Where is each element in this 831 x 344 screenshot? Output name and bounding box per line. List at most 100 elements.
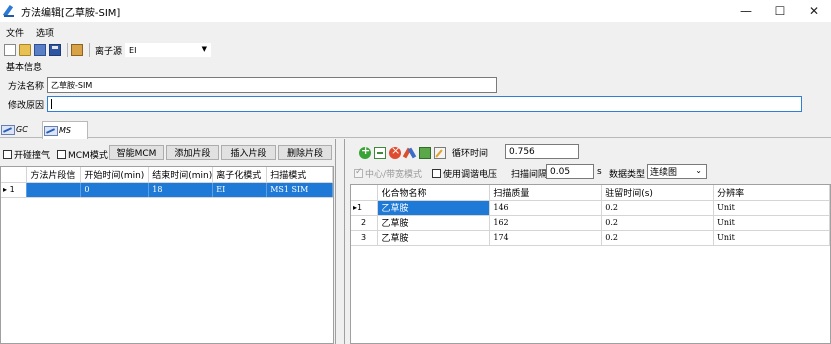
chevron-down-icon: ⌄ [695, 166, 702, 175]
center-width-label: 中心/带宽模式 [365, 170, 423, 180]
close-button[interactable]: ✕ [797, 0, 831, 22]
table-cell[interactable]: 乙草胺 [377, 200, 491, 216]
tab-strip: GC MS [0, 121, 831, 139]
checkbox-box [57, 150, 66, 159]
save-icon[interactable] [49, 44, 61, 56]
table-cell[interactable]: 乙草胺 [377, 230, 491, 246]
column-header[interactable]: 离子化模式 [212, 167, 268, 183]
row-header[interactable]: 3 [351, 230, 379, 246]
method-name-field[interactable]: 乙草胺-SIM [47, 77, 497, 93]
table-icon[interactable] [419, 146, 431, 159]
maximize-button[interactable]: ☐ [763, 0, 797, 22]
checkbox-box [354, 167, 363, 178]
method-name-label: 方法名称 [8, 82, 45, 92]
table-cell[interactable]: EI [212, 182, 268, 198]
row-index: 1 [9, 185, 15, 194]
column-header[interactable]: 扫描模式 [266, 167, 333, 183]
insert-row-icon[interactable] [374, 146, 386, 159]
row-header-corner [1, 167, 28, 183]
scissors-icon[interactable] [404, 147, 416, 159]
solvent-delay-label: 开碰撞气 [14, 151, 51, 161]
table-row[interactable]: ▸ 1 0 18 EI MS1 SIM [1, 182, 333, 198]
insert-segment-button[interactable]: 插入片段 [221, 145, 276, 160]
column-header[interactable]: 开始时间(min) [80, 167, 150, 183]
table-cell[interactable]: 0 [80, 182, 150, 198]
ion-source-select[interactable]: EI ▼ [125, 43, 212, 57]
table-header-row: 方法片段信 开始时间(min) 结束时间(min) 离子化模式 扫描模式 [1, 167, 333, 183]
delete-row-icon[interactable] [389, 144, 401, 159]
table-row[interactable]: 2 乙草胺 162 0.2 Unit [351, 215, 830, 231]
row-index: 1 [357, 203, 363, 212]
segment-pane: 开碰撞气 MCM模式 智能MCM 添加片段 插入片段 删除片段 方法片段信 开始… [0, 139, 335, 344]
save-as-icon[interactable] [34, 44, 46, 56]
table-cell[interactable]: Unit [713, 215, 830, 231]
open-folder-icon[interactable] [19, 44, 31, 56]
title-bar: 方法编辑[乙草胺-SIM] — ☐ ✕ [0, 0, 831, 22]
smart-mcm-button[interactable]: 智能MCM [109, 145, 164, 160]
data-type-select[interactable]: 连续图 ⌄ [647, 164, 707, 179]
scan-pane: 循环时间 0.756 中心/带宽模式 使用调谐电压 扫描间隔 0.05 s 数据… [345, 139, 831, 344]
delete-segment-button[interactable]: 删除片段 [278, 145, 332, 160]
row-header[interactable]: 2 [351, 215, 379, 231]
chevron-down-icon: ▼ [201, 45, 208, 53]
tab-ms[interactable]: MS [42, 121, 88, 139]
window-controls: — ☐ ✕ [729, 0, 831, 22]
table-cell[interactable]: 0.2 [601, 215, 715, 231]
scan-toolbar: 循环时间 [359, 144, 488, 159]
column-header[interactable]: 方法片段信 [26, 167, 82, 183]
table-cell[interactable]: 乙草胺 [377, 215, 491, 231]
column-header[interactable]: 扫描质量 [489, 185, 603, 201]
table-cell[interactable]: 146 [489, 200, 603, 216]
app-icon [4, 5, 16, 17]
new-file-icon[interactable] [4, 44, 16, 56]
menu-bar: 文件 选项 [0, 24, 60, 40]
row-header[interactable]: ▸ 1 [1, 182, 28, 198]
scan-interval-field[interactable]: 0.05 [546, 164, 594, 179]
text-cursor [51, 99, 52, 109]
print-icon[interactable] [71, 44, 83, 56]
solvent-delay-checkbox[interactable]: 开碰撞气 [3, 148, 50, 161]
column-header[interactable]: 驻留时间(s) [601, 185, 715, 201]
table-cell[interactable]: 174 [489, 230, 603, 246]
table-cell[interactable]: Unit [713, 230, 830, 246]
menu-file[interactable]: 文件 [0, 26, 30, 39]
tab-gc[interactable]: GC [0, 121, 42, 138]
minimize-button[interactable]: — [729, 0, 763, 22]
table-cell[interactable]: 0.2 [601, 230, 715, 246]
center-width-checkbox: 中心/带宽模式 [354, 167, 422, 180]
ion-source-label: 离子源 [95, 46, 123, 57]
method-name-value: 乙草胺-SIM [51, 80, 93, 90]
pane-splitter[interactable] [335, 139, 345, 344]
current-row-arrow-icon: ▸ [3, 185, 8, 194]
segment-table: 方法片段信 开始时间(min) 结束时间(min) 离子化模式 扫描模式 ▸ 1… [0, 166, 334, 344]
toolbar-separator [67, 43, 68, 57]
table-row[interactable]: ▸1 乙草胺 146 0.2 Unit [351, 200, 830, 216]
cycle-time-value: 0.756 [509, 146, 535, 157]
tab-gc-label: GC [16, 125, 28, 134]
scan-interval-label: 扫描间隔 [511, 170, 548, 180]
table-cell[interactable]: 162 [489, 215, 603, 231]
tune-voltage-checkbox[interactable]: 使用调谐电压 [432, 167, 497, 180]
menu-options[interactable]: 选项 [30, 26, 60, 39]
table-row[interactable]: 3 乙草胺 174 0.2 Unit [351, 230, 830, 246]
modify-reason-field[interactable] [47, 96, 802, 112]
table-header-row: 化合物名称 扫描质量 驻留时间(s) 分辨率 [351, 185, 830, 201]
add-row-icon[interactable] [359, 144, 371, 159]
mcm-mode-checkbox[interactable]: MCM模式 [57, 148, 108, 161]
row-header-corner [351, 185, 379, 201]
table-cell[interactable]: 0.2 [601, 200, 715, 216]
row-header[interactable]: ▸1 [351, 200, 379, 216]
cycle-time-field[interactable]: 0.756 [505, 144, 579, 159]
table-cell[interactable] [26, 182, 82, 198]
table-cell[interactable]: 18 [148, 182, 214, 198]
column-header[interactable]: 分辨率 [713, 185, 830, 201]
scan-interval-value: 0.05 [550, 166, 571, 177]
edit-icon[interactable] [434, 146, 446, 159]
column-header[interactable]: 结束时间(min) [148, 167, 214, 183]
table-cell[interactable]: Unit [713, 200, 830, 216]
table-cell[interactable]: MS1 SIM [266, 182, 333, 198]
column-header[interactable]: 化合物名称 [377, 185, 491, 201]
add-segment-button[interactable]: 添加片段 [166, 145, 219, 160]
mcm-mode-label: MCM模式 [68, 151, 108, 161]
gc-icon [1, 124, 15, 135]
